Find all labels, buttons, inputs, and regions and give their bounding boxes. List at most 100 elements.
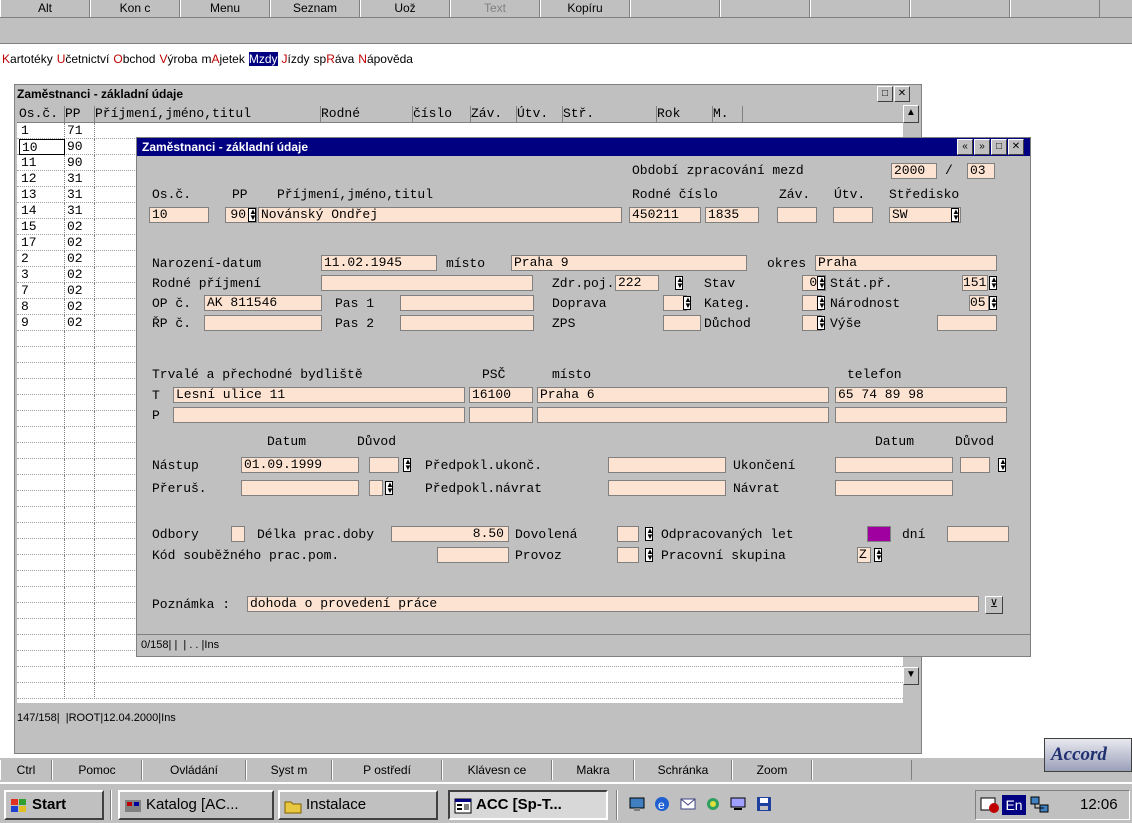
network-icon[interactable]: [1030, 796, 1050, 817]
statpr-dropdown-icon[interactable]: ▲ ▼: [989, 276, 998, 290]
statpr-field[interactable]: 151: [962, 275, 988, 291]
close-icon[interactable]: ✕: [894, 86, 910, 102]
rp-field[interactable]: [204, 315, 322, 331]
list-header-cell[interactable]: Stř.: [563, 106, 657, 122]
bkey-ctrl[interactable]: Ctrl: [0, 760, 52, 780]
bkey-ovladani[interactable]: Ovládání: [142, 760, 246, 780]
misto-nar-field[interactable]: Praha 9: [511, 255, 747, 271]
stav-dropdown-icon[interactable]: ▲ ▼: [817, 276, 826, 290]
fkey-alt[interactable]: Alt: [0, 0, 90, 17]
narodnost-field[interactable]: 05: [969, 295, 989, 311]
close-form-icon[interactable]: ✕: [1008, 139, 1024, 155]
list-header-cell[interactable]: Záv.: [471, 106, 517, 122]
list-header-cell[interactable]: PP: [65, 106, 95, 122]
stredisko-dropdown-icon[interactable]: ▲ ▼: [951, 208, 960, 222]
menu-item-7[interactable]: spRáva: [312, 52, 357, 66]
poznamka-field[interactable]: dohoda o provedení práce: [247, 596, 979, 612]
zav-field[interactable]: [777, 207, 817, 223]
predpokl-navrat-field[interactable]: [608, 480, 726, 496]
prac-skupina-dropdown-icon[interactable]: ▲ ▼: [874, 548, 883, 562]
ukonceni-duvod-field[interactable]: [960, 457, 990, 473]
provoz-dropdown-icon[interactable]: ▲ ▼: [645, 548, 654, 562]
desktop-icon[interactable]: [628, 796, 646, 812]
okres-field[interactable]: Praha: [815, 255, 997, 271]
provoz-field[interactable]: [617, 547, 639, 563]
menu-item-6[interactable]: Jízdy: [280, 52, 312, 66]
bkey-klavesnice[interactable]: Klávesn ce: [442, 760, 552, 780]
period-month-field[interactable]: 03: [967, 163, 995, 179]
kateg-dropdown-icon[interactable]: ▲ ▼: [817, 296, 826, 310]
menu-item-0[interactable]: Kartotéky: [0, 52, 55, 66]
narozeni-field[interactable]: 11.02.1945: [321, 255, 437, 271]
ulice-t-field[interactable]: Lesní ulice 11: [173, 387, 465, 403]
bkey-system[interactable]: Syst m: [246, 760, 332, 780]
list-header-cell[interactable]: Rok: [657, 106, 713, 122]
mesto-p-field[interactable]: [537, 407, 829, 423]
prac-skupina-field[interactable]: Z: [857, 547, 871, 563]
dni-field[interactable]: [947, 526, 1009, 542]
taskbar-katalog[interactable]: Katalog [AC...: [118, 790, 274, 820]
pas2-field[interactable]: [400, 315, 534, 331]
ukonceni-field[interactable]: [835, 457, 953, 473]
bkey-pomoc[interactable]: Pomoc: [52, 760, 142, 780]
utv-field[interactable]: [833, 207, 873, 223]
save-disk-icon[interactable]: [755, 796, 773, 812]
channels-icon[interactable]: [704, 796, 722, 812]
telefon-p-field[interactable]: [835, 407, 1007, 423]
fkey-empty-2[interactable]: [720, 0, 810, 17]
table-row[interactable]: [17, 683, 903, 699]
maximize-form-icon[interactable]: □: [991, 139, 1007, 155]
dovolena-field[interactable]: [617, 526, 639, 542]
dovolena-dropdown-icon[interactable]: ▲ ▼: [645, 527, 654, 541]
fkey-empty-1[interactable]: [630, 0, 720, 17]
zdr-field[interactable]: 222: [615, 275, 659, 291]
rodne-prijmeni-field[interactable]: [321, 275, 533, 291]
nastup-duvod-field[interactable]: [369, 457, 399, 473]
pas1-field[interactable]: [400, 295, 534, 311]
preruseni-duvod-dropdown-icon[interactable]: ▲ ▼: [385, 481, 394, 495]
fkey-empty-5[interactable]: [1010, 0, 1100, 17]
menu-item-5[interactable]: Mzdy: [247, 52, 280, 66]
name-field[interactable]: Novánský Ondřej: [258, 207, 622, 223]
rc2-field[interactable]: 1835: [705, 207, 759, 223]
menu-item-8[interactable]: Nápověda: [356, 52, 415, 66]
zps-field[interactable]: [663, 315, 701, 331]
psc-p-field[interactable]: [469, 407, 533, 423]
start-button[interactable]: Start: [4, 790, 104, 820]
telefon-t-field[interactable]: 65 74 89 98: [835, 387, 1007, 403]
fkey-menu[interactable]: Menu: [180, 0, 270, 17]
monitor-icon[interactable]: [729, 796, 747, 812]
menu-item-2[interactable]: Obchod: [111, 52, 157, 66]
fkey-empty-3[interactable]: [810, 0, 910, 17]
maximize-icon[interactable]: □: [877, 86, 893, 102]
taskbar-acc[interactable]: ACC [Sp-T...: [448, 790, 608, 820]
fkey-text[interactable]: Text: [450, 0, 540, 17]
next-record-icon[interactable]: »: [974, 139, 990, 155]
poznamka-expand-icon[interactable]: ⊻: [985, 596, 1003, 614]
psc-t-field[interactable]: 16100: [469, 387, 533, 403]
osc-field[interactable]: 10: [149, 207, 209, 223]
op-field[interactable]: AK 811546: [204, 295, 322, 311]
prev-record-icon[interactable]: «: [957, 139, 973, 155]
menu-item-1[interactable]: Učetnictví: [55, 52, 112, 66]
zdr-dropdown-icon[interactable]: ▲ ▼: [675, 276, 684, 290]
internet-explorer-icon[interactable]: e: [653, 796, 671, 812]
scroll-down-icon[interactable]: ▼: [903, 667, 919, 685]
mesto-t-field[interactable]: Praha 6: [537, 387, 829, 403]
list-header-cell[interactable]: Útv.: [517, 106, 563, 122]
pp-dropdown-icon[interactable]: ▲ ▼: [248, 208, 257, 222]
list-header-cell[interactable]: Os.č.: [19, 106, 65, 122]
bkey-schranka[interactable]: Schránka: [634, 760, 732, 780]
rc1-field[interactable]: 450211: [629, 207, 701, 223]
bkey-empty[interactable]: [812, 760, 912, 780]
fkey-kopiru[interactable]: Kopíru: [540, 0, 630, 17]
list-header-cell[interactable]: Rodné: [321, 106, 413, 122]
duchod-dropdown-icon[interactable]: ▲ ▼: [817, 316, 826, 330]
nastup-duvod-dropdown-icon[interactable]: ▲ ▼: [403, 458, 412, 472]
period-year-field[interactable]: 2000: [891, 163, 937, 179]
ukonceni-duvod-dropdown-icon[interactable]: ▲ ▼: [998, 458, 1007, 472]
bkey-zoom[interactable]: Zoom: [732, 760, 812, 780]
outlook-icon[interactable]: [679, 796, 697, 812]
delka-field[interactable]: 8.50: [391, 526, 509, 542]
language-indicator[interactable]: En: [1002, 795, 1026, 815]
